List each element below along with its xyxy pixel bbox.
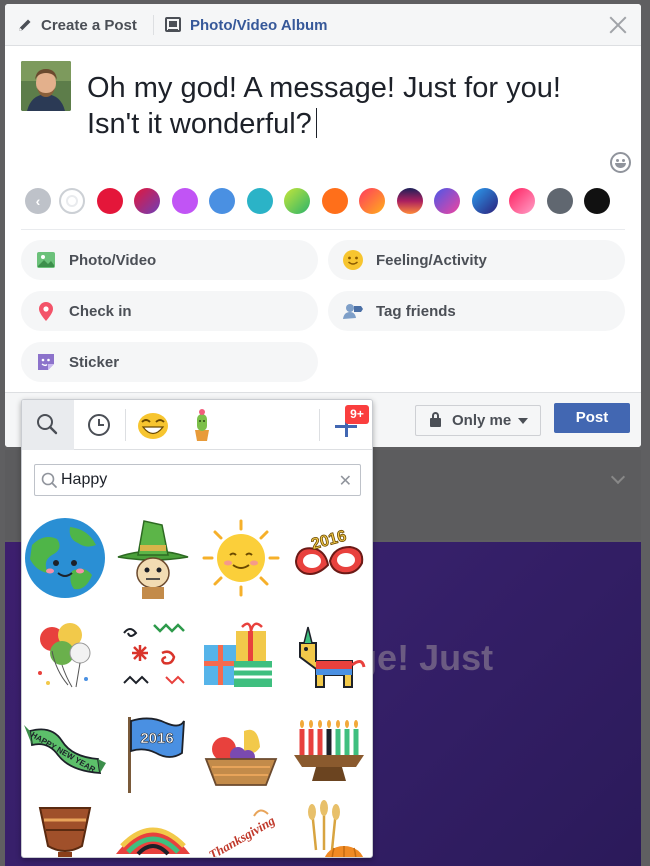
clear-search-icon[interactable]: ✕ (339, 471, 352, 491)
color-swatch[interactable] (246, 188, 273, 214)
tab-divider (125, 409, 126, 441)
photo-video-label: Photo/Video (69, 251, 157, 269)
sticker-search-field: ✕ (34, 464, 361, 496)
tab-create-post[interactable]: Create a Post (17, 4, 137, 46)
sticker-thanks-text: Thanksgiving (206, 812, 278, 858)
tab-divider (319, 409, 320, 441)
recent-stickers-tab[interactable] (78, 400, 120, 450)
tab-photo-video-album-label: Photo/Video Album (190, 16, 328, 34)
post-message-input[interactable]: Oh my god! A message! Just for you! Isn'… (87, 70, 607, 142)
feeling-activity-label: Feeling/Activity (376, 251, 487, 269)
sticker-scarecrow[interactable] (110, 515, 196, 601)
header-divider (153, 15, 154, 35)
location-pin-icon (35, 300, 57, 322)
tab-photo-video-album[interactable]: Photo/Video Album (165, 4, 328, 46)
composer-header: Create a Post Photo/Video Album (5, 4, 641, 46)
message-line-2-text: Isn't it wonderful? (87, 108, 312, 140)
color-swatch[interactable] (584, 188, 610, 214)
search-icon (41, 472, 57, 488)
post-button[interactable]: Post (554, 403, 630, 433)
emoji-pack-icon (138, 413, 168, 439)
sticker-icon (35, 351, 57, 373)
color-swatch[interactable] (546, 188, 573, 214)
emoji-pack-tab[interactable] (132, 400, 176, 450)
cactus-pack-icon (195, 409, 209, 441)
search-icon (37, 414, 58, 435)
sticker-pinata[interactable] (286, 613, 372, 699)
color-swatch[interactable] (59, 188, 85, 214)
feeling-icon (342, 249, 364, 271)
color-swatch[interactable] (321, 188, 348, 214)
sticker-woven-basket[interactable] (110, 800, 196, 857)
close-icon[interactable] (609, 16, 627, 34)
color-swatch[interactable] (284, 188, 310, 214)
message-line-1: Oh my god! A message! Just for you! (87, 72, 561, 104)
text-cursor (315, 108, 317, 138)
pencil-icon (19, 19, 31, 31)
tag-friends-icon (342, 300, 364, 322)
color-swatch[interactable] (434, 188, 460, 214)
background-color-picker: ‹ (25, 188, 625, 218)
sticker-thanksgiving[interactable]: Thanksgiving (198, 800, 284, 858)
sticker-balloons[interactable] (22, 613, 108, 699)
sticker-clay-pot[interactable] (22, 800, 108, 857)
caret-down-icon (518, 417, 529, 424)
sticker-sun[interactable] (198, 515, 284, 601)
color-swatch[interactable] (209, 188, 235, 214)
recent-icon (88, 414, 110, 436)
sticker-fruit-basket[interactable] (198, 711, 284, 797)
check-in-button[interactable]: Check in (21, 291, 318, 331)
photo-icon (35, 249, 57, 271)
tab-create-post-label: Create a Post (41, 16, 137, 34)
cactus-pack-tab[interactable] (180, 400, 224, 450)
sticker-flag-text: 2016 (140, 730, 173, 747)
avatar (21, 61, 71, 111)
color-swatch[interactable] (359, 188, 385, 214)
audience-label: Only me (452, 412, 512, 429)
sticker-pumpkin-wheat[interactable] (286, 800, 372, 857)
check-in-label: Check in (69, 302, 132, 320)
sticker-search-tab[interactable] (22, 400, 74, 450)
lock-icon (430, 412, 441, 427)
sticker-ribbon-text: HAPPY NEW YEAR (30, 730, 98, 774)
sticker-label: Sticker (69, 353, 120, 371)
message-line-2: Isn't it wonderful? (87, 106, 607, 142)
sticker-glasses-2016[interactable]: 2016 (286, 515, 372, 601)
color-swatch[interactable] (509, 188, 535, 214)
photo-video-button[interactable]: Photo/Video (21, 240, 318, 280)
sticker-button[interactable]: Sticker (21, 342, 318, 382)
color-swatch[interactable] (134, 188, 160, 214)
sticker-happy-new-year-ribbon[interactable]: HAPPY NEW YEAR (22, 711, 108, 797)
tag-friends-button[interactable]: Tag friends (328, 291, 625, 331)
chevron-left-icon[interactable]: ‹ (25, 188, 51, 214)
album-icon (165, 17, 181, 32)
divider (21, 229, 625, 230)
sticker-flag-2016[interactable]: 2016 (110, 711, 196, 797)
emoji-icon[interactable] (610, 152, 631, 173)
sticker-gift-boxes[interactable] (198, 613, 284, 699)
sticker-store-badge: 9+ (345, 405, 369, 424)
tag-friends-label: Tag friends (376, 302, 456, 320)
sticker-picker-tabs: 9+ (22, 400, 372, 450)
sticker-earth[interactable] (22, 515, 108, 601)
color-swatch[interactable] (471, 188, 498, 214)
color-swatch[interactable] (396, 188, 423, 214)
color-swatch[interactable] (171, 188, 198, 214)
sticker-search-input[interactable] (61, 465, 331, 495)
create-post-composer: Create a Post Photo/Video Album Oh my go… (5, 4, 641, 447)
color-swatch[interactable] (96, 188, 123, 214)
sticker-abstract-doodles[interactable] (110, 613, 196, 699)
sticker-picker: 9+ ✕ 2016 HAPPY NEW YEAR 2016 (21, 399, 373, 858)
audience-selector[interactable]: Only me (415, 405, 541, 436)
sticker-kinara-candles[interactable] (286, 711, 372, 797)
feeling-activity-button[interactable]: Feeling/Activity (328, 240, 625, 280)
